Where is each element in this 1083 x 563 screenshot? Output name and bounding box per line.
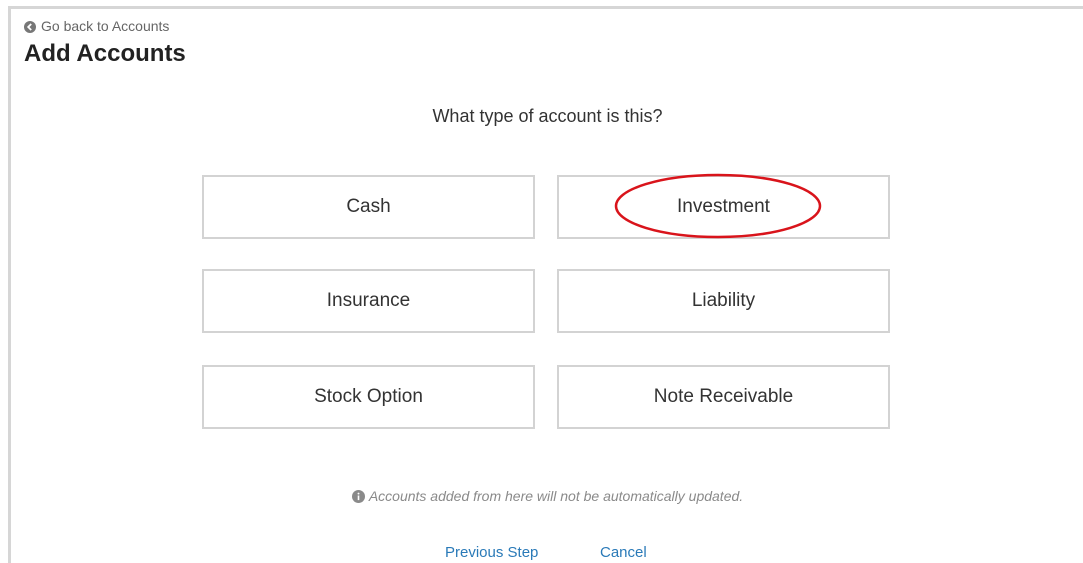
panel-top-border [8,6,1083,9]
auto-update-notice: Accounts added from here will not be aut… [0,488,1083,504]
previous-step-link[interactable]: Previous Step [445,544,538,561]
account-type-cash-button[interactable]: Cash [202,175,535,239]
cancel-link[interactable]: Cancel [600,544,647,561]
account-type-liability-button[interactable]: Liability [557,269,890,333]
account-type-question: What type of account is this? [432,106,663,126]
back-to-accounts-link[interactable]: Go back to Accounts [24,18,169,34]
info-icon [351,489,365,503]
account-type-stock-option-button[interactable]: Stock Option [202,365,535,429]
add-accounts-panel: Go back to Accounts Add Accounts What ty… [0,0,1083,563]
account-type-insurance-button[interactable]: Insurance [202,269,535,333]
back-link-label: Go back to Accounts [41,18,170,34]
account-type-investment-button[interactable]: Investment [557,175,890,239]
chevron-left-circle-icon [24,20,36,33]
page-title: Add Accounts [24,40,186,67]
notice-text: Accounts added from here will not be aut… [368,488,744,504]
panel-left-border [8,6,11,563]
account-type-note-receivable-button[interactable]: Note Receivable [557,365,890,429]
